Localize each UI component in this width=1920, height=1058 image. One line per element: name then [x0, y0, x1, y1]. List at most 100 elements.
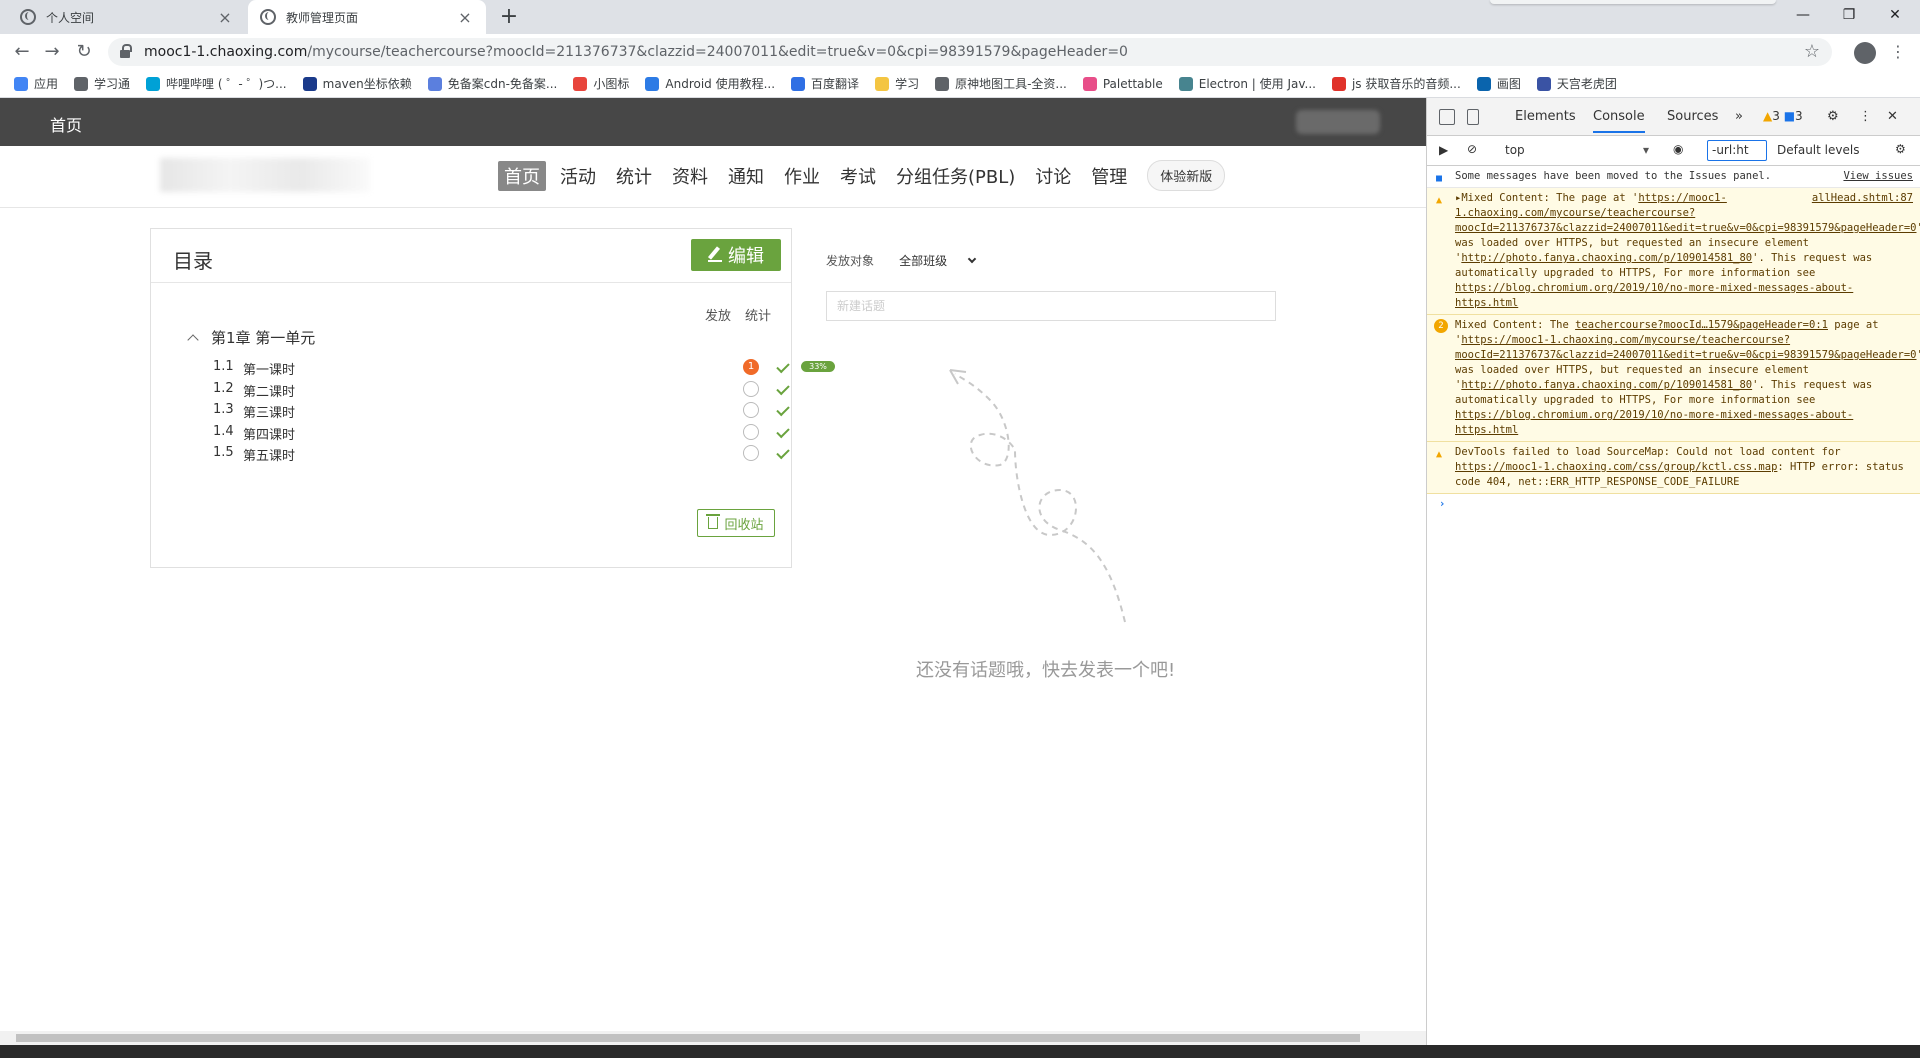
sourcemap-url-link[interactable]: https://mooc1-1.chaoxing.com/css/group/k… [1455, 461, 1777, 473]
new-tab-button[interactable]: + [496, 4, 522, 30]
edit-button[interactable]: 编辑 [691, 239, 781, 271]
bookmark-label: 免备案cdn-免备案... [447, 77, 558, 91]
gear-icon[interactable]: ⚙ [1827, 109, 1839, 124]
publish-status-icon[interactable] [743, 445, 759, 461]
chevron-up-icon[interactable] [187, 333, 199, 346]
course-nav-item[interactable]: 管理 [1085, 161, 1133, 191]
console-warning-message[interactable]: ▲ allHead.shtml:87 ▸Mixed Content: The p… [1427, 188, 1920, 315]
console-settings-icon[interactable]: ⚙ [1895, 142, 1906, 156]
course-nav-item[interactable]: 通知 [722, 161, 770, 191]
home-link[interactable]: 首页 [50, 112, 82, 136]
browser-tab-teacher-admin[interactable]: 教师管理页面 × [248, 0, 486, 34]
insecure-url-link[interactable]: http://photo.fanya.chaoxing.com/p/109014… [1461, 252, 1752, 264]
publish-status-icon[interactable] [743, 402, 759, 418]
lesson-item[interactable]: 1.4 第四课时 [213, 422, 790, 443]
insecure-url-link[interactable]: http://photo.fanya.chaoxing.com/p/109014… [1461, 379, 1752, 391]
bookmark-item[interactable]: 学习通 [74, 75, 130, 92]
star-icon[interactable]: ☆ [1804, 41, 1820, 62]
devtools-tab-sources[interactable]: Sources [1667, 109, 1718, 124]
bookmark-item[interactable]: 哔哩哔哩 ( ゜- ゜)つ... [146, 75, 287, 92]
page-url-link[interactable]: https://mooc1-1.chaoxing.com/mycourse/te… [1455, 334, 1916, 361]
check-icon[interactable] [776, 424, 790, 438]
bookmark-item[interactable]: 应用 [14, 75, 58, 92]
bookmark-item[interactable]: 免备案cdn-免备案... [427, 75, 558, 92]
bookmark-item[interactable]: Android 使用教程... [645, 75, 775, 92]
profile-avatar[interactable] [1854, 42, 1876, 64]
check-icon[interactable] [776, 359, 790, 374]
bookmark-item[interactable]: js 获取音乐的音频... [1331, 75, 1461, 92]
info-url-link[interactable]: https://blog.chromium.org/2019/10/no-mor… [1455, 282, 1853, 309]
source-link[interactable]: teachercourse?moocId…1579&pageHeader=0:1 [1575, 319, 1828, 331]
console-filter-input[interactable]: -url:ht [1707, 140, 1767, 161]
devtools-menu-icon[interactable]: ⋮ [1859, 109, 1872, 124]
eye-icon[interactable]: ◉ [1673, 142, 1683, 156]
bookmark-favicon-icon [1178, 76, 1193, 91]
device-toolbar-icon[interactable] [1467, 109, 1479, 125]
close-icon[interactable]: × [456, 8, 474, 27]
bookmark-item[interactable]: 画图 [1476, 75, 1521, 92]
try-new-version-button[interactable]: 体验新版 [1147, 160, 1226, 191]
inspect-element-icon[interactable] [1439, 109, 1455, 125]
bookmark-favicon-icon [645, 76, 660, 91]
more-options-icon[interactable]: ⋮ [1890, 42, 1906, 61]
view-issues-link[interactable]: View issues [1843, 169, 1913, 184]
forward-button[interactable]: → [40, 40, 64, 64]
lesson-item[interactable]: 1.2 第二课时 [213, 379, 790, 400]
lesson-item[interactable]: 1.3 第三课时 [213, 400, 790, 421]
console-warning-message[interactable]: ▲ DevTools failed to load SourceMap: Cou… [1427, 442, 1920, 494]
course-nav-item[interactable]: 活动 [554, 161, 602, 191]
publish-status-icon[interactable] [743, 423, 759, 440]
bookmark-item[interactable]: 原神地图工具-全资... [935, 75, 1067, 92]
new-topic-input[interactable]: 新建话题 [826, 291, 1276, 321]
bookmark-item[interactable]: 学习 [875, 75, 919, 92]
bookmark-item[interactable]: 天宫老虎团 [1536, 75, 1617, 92]
course-nav-item[interactable]: 作业 [778, 161, 826, 191]
lesson-item[interactable]: 1.1 第一课时 1 33% [213, 357, 835, 378]
close-devtools-icon[interactable]: ✕ [1887, 109, 1898, 124]
publish-status-icon[interactable] [743, 380, 759, 397]
chapter-item[interactable]: 第1章 第一单元 [187, 327, 315, 348]
scrollbar-thumb[interactable] [16, 1034, 1360, 1042]
check-icon[interactable] [776, 402, 790, 417]
bookmark-item[interactable]: 百度翻译 [791, 75, 859, 92]
check-icon[interactable] [776, 381, 790, 395]
course-nav-item[interactable]: 首页 [498, 160, 546, 191]
course-nav-item[interactable]: 分组任务(PBL) [890, 161, 1021, 191]
course-nav-item[interactable]: 考试 [834, 161, 882, 191]
issues-counter[interactable]: ▲3 ■3 [1763, 109, 1803, 123]
minimize-button[interactable]: — [1780, 0, 1826, 30]
recycle-bin-button[interactable]: 回收站 [697, 509, 775, 537]
lesson-item[interactable]: 1.5 第五课时 [213, 443, 790, 464]
devtools-tab-console[interactable]: Console [1593, 109, 1645, 133]
bookmark-item[interactable]: maven坐标依赖 [302, 75, 412, 92]
pending-count-badge[interactable]: 1 [743, 359, 759, 375]
info-url-link[interactable]: https://blog.chromium.org/2019/10/no-mor… [1455, 409, 1853, 436]
bookmark-item[interactable]: 小图标 [573, 75, 629, 92]
course-nav-item[interactable]: 讨论 [1029, 161, 1077, 191]
browser-tab-personal-space[interactable]: 个人空间 × [8, 0, 246, 34]
close-icon[interactable]: × [216, 8, 234, 27]
clear-console-icon[interactable]: ⊘ [1467, 142, 1477, 156]
reload-button[interactable]: ↻ [72, 40, 96, 64]
horizontal-scrollbar[interactable] [0, 1031, 1426, 1045]
more-tabs-icon[interactable]: » [1735, 109, 1743, 124]
bookmark-label: 小图标 [593, 77, 630, 91]
console-prompt[interactable]: › [1427, 494, 1920, 515]
console-warning-message[interactable]: 2 Mixed Content: The teachercourse?moocI… [1427, 315, 1920, 442]
close-window-button[interactable]: ✕ [1872, 0, 1918, 30]
back-button[interactable]: ← [10, 40, 34, 64]
course-nav-item[interactable]: 资料 [666, 161, 714, 191]
bookmark-label: Palettable [1102, 76, 1163, 91]
bookmark-item[interactable]: Palettable [1082, 76, 1163, 91]
sidebar-toggle-icon[interactable]: ▶ [1439, 143, 1448, 157]
context-select[interactable]: top [1505, 143, 1649, 157]
restore-button[interactable]: ❐ [1826, 0, 1872, 30]
bookmark-item[interactable]: Electron | 使用 Jav... [1178, 75, 1316, 92]
course-nav-item[interactable]: 统计 [610, 161, 658, 191]
address-bar[interactable]: mooc1-1.chaoxing.com/mycourse/teachercou… [108, 38, 1832, 66]
log-levels-select[interactable]: Default levels [1777, 143, 1859, 157]
source-link[interactable]: allHead.shtml:87 [1812, 191, 1913, 206]
publish-target-select[interactable]: 全部班级 [899, 252, 977, 269]
devtools-tab-elements[interactable]: Elements [1515, 109, 1576, 124]
check-icon[interactable] [776, 445, 790, 460]
